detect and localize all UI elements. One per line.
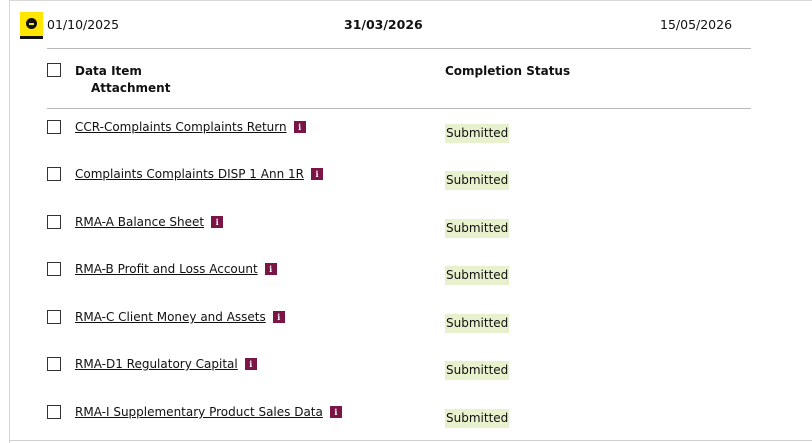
row-select-checkbox[interactable] (47, 215, 61, 229)
row-select-checkbox[interactable] (47, 357, 61, 371)
period-end-date: 15/05/2026 (660, 17, 733, 32)
row-select-checkbox[interactable] (47, 405, 61, 419)
table-header-divider (47, 108, 751, 109)
table-row: RMA-I Supplementary Product Sales Data i S… (0, 403, 812, 443)
completion-status-badge: Submitted (445, 409, 510, 428)
row-select-checkbox[interactable] (47, 120, 61, 134)
row-select-checkbox[interactable] (47, 262, 61, 276)
info-icon[interactable]: i (244, 358, 257, 370)
data-item-name: CCR-Complaints Complaints Return (75, 120, 287, 134)
info-icon[interactable]: i (329, 406, 342, 418)
select-all-checkbox[interactable] (47, 63, 61, 77)
data-item-link[interactable]: Complaints Complaints DISP 1 Ann 1R i (75, 166, 323, 182)
data-item-link[interactable]: CCR-Complaints Complaints Return i (75, 119, 306, 135)
table-row: RMA-B Profit and Loss Account i Submitted (0, 260, 812, 300)
info-icon[interactable]: i (211, 216, 224, 228)
table-row: RMA-C Client Money and Assets i Submitted (0, 308, 812, 348)
data-item-name: RMA-I Supplementary Product Sales Data (75, 405, 323, 419)
row-select-checkbox[interactable] (47, 167, 61, 181)
minus-circle-icon (26, 18, 37, 29)
period-start-date: 01/10/2025 (47, 17, 120, 32)
completion-status-badge: Submitted (445, 171, 510, 190)
table-row: RMA-D1 Regulatory Capital i Submitted (0, 355, 812, 395)
header-divider (47, 48, 751, 49)
data-item-name: RMA-D1 Regulatory Capital (75, 357, 238, 371)
data-item-link[interactable]: RMA-C Client Money and Assets i (75, 309, 285, 325)
completion-status-badge: Submitted (445, 314, 510, 333)
data-item-name: Complaints Complaints DISP 1 Ann 1R (75, 167, 304, 181)
data-item-link[interactable]: RMA-B Profit and Loss Account i (75, 261, 277, 277)
info-icon[interactable]: i (293, 121, 306, 133)
data-item-name: RMA-C Client Money and Assets (75, 310, 266, 324)
completion-status-badge: Submitted (445, 219, 510, 238)
info-icon[interactable]: i (310, 168, 323, 180)
data-item-name: RMA-B Profit and Loss Account (75, 262, 258, 276)
row-select-checkbox[interactable] (47, 310, 61, 324)
period-due-date: 31/03/2026 (344, 17, 423, 32)
table-row: Complaints Complaints DISP 1 Ann 1R i Subm… (0, 165, 812, 205)
completion-status-badge: Submitted (445, 266, 510, 285)
table-row: RMA-A Balance Sheet i Submitted (0, 213, 812, 253)
info-icon[interactable]: i (272, 311, 285, 323)
completion-status-badge: Submitted (445, 361, 510, 380)
data-item-name: RMA-A Balance Sheet (75, 215, 205, 229)
column-header-data-item: Data Item (75, 64, 142, 78)
collapse-period-button[interactable] (20, 12, 43, 39)
table-row: CCR-Complaints Complaints Return i Submitt… (0, 118, 812, 158)
completion-status-badge: Submitted (445, 124, 510, 143)
column-header-attachment: Attachment (91, 81, 171, 95)
info-icon[interactable]: i (264, 263, 277, 275)
column-header-completion-status: Completion Status (445, 64, 571, 78)
data-item-link[interactable]: RMA-D1 Regulatory Capital i (75, 356, 257, 372)
data-item-link[interactable]: RMA-I Supplementary Product Sales Data i (75, 404, 342, 420)
data-item-link[interactable]: RMA-A Balance Sheet i (75, 214, 224, 230)
